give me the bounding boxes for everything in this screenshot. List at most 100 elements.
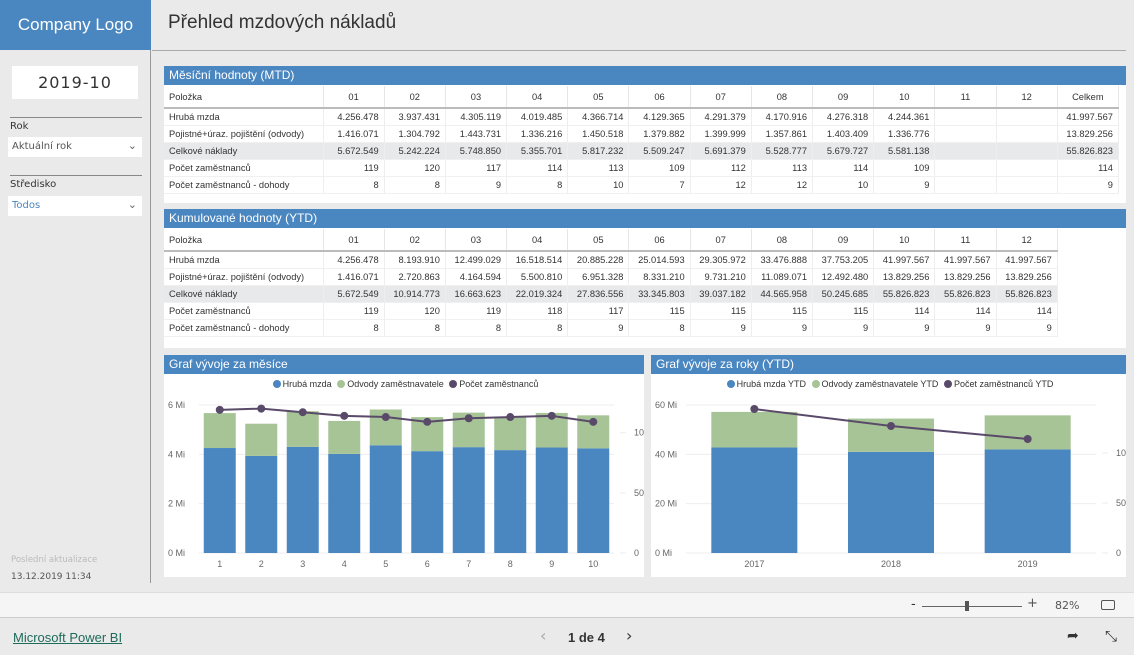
column-header[interactable]: 03 (445, 229, 508, 252)
table-cell (996, 142, 1058, 160)
bar-hrubá-mzda (411, 451, 444, 553)
legend-pocet-ytd: Počet zaměstnanců YTD (953, 379, 1054, 389)
table-cell: 8 (628, 319, 691, 337)
column-header[interactable]: 03 (445, 86, 508, 109)
column-header[interactable]: 04 (506, 86, 569, 109)
table-cell: 5.817.232 (567, 142, 630, 160)
column-header[interactable]: 12 (996, 229, 1058, 252)
column-header[interactable]: 10 (873, 229, 936, 252)
zoom-in-button[interactable]: + (1027, 596, 1038, 611)
table-cell: 8 (323, 176, 385, 194)
table-cell: 1.336.216 (506, 125, 569, 143)
table-cell: 41.997.567 (934, 251, 997, 269)
powerbi-link[interactable]: Microsoft Power BI (13, 630, 122, 645)
column-header[interactable]: 08 (751, 229, 814, 252)
column-header[interactable]: 05 (567, 86, 630, 109)
column-header[interactable]: 10 (873, 86, 936, 109)
table-cell: 55.826.823 (996, 285, 1058, 303)
table-cell: 6.951.328 (567, 268, 630, 286)
table-cell: 55.826.823 (1057, 142, 1119, 160)
column-header[interactable]: 02 (384, 86, 446, 109)
column-header[interactable]: 06 (628, 86, 691, 109)
table-cell: 4.291.379 (690, 108, 752, 126)
column-header[interactable]: 07 (690, 229, 752, 252)
column-header[interactable]: 11 (934, 86, 997, 109)
zoom-slider[interactable] (922, 606, 1022, 607)
line-point (750, 405, 759, 413)
zoom-slider-thumb[interactable] (965, 601, 969, 611)
table-cell: 1.379.882 (628, 125, 691, 143)
bar-hrubá-mzda (328, 453, 361, 553)
zoom-level: 82% (1055, 599, 1080, 612)
column-header[interactable]: 12 (996, 86, 1058, 109)
bar-hrubá-mzda (577, 448, 610, 553)
rok-dropdown[interactable]: Aktuální rok ⌄ (8, 137, 142, 157)
table-cell: 109 (873, 159, 936, 177)
column-header[interactable]: Celkem (1057, 86, 1119, 109)
table-cell: 119 (445, 302, 508, 320)
table-cell: 41.997.567 (873, 251, 936, 269)
column-header[interactable]: 08 (751, 86, 814, 109)
column-header[interactable]: 09 (812, 86, 875, 109)
table-cell: 33.476.888 (751, 251, 814, 269)
line-point (1023, 435, 1032, 443)
x-tick-label: 2017 (744, 559, 764, 569)
stredisko-dropdown[interactable]: Todos ⌄ (8, 196, 142, 216)
table-cell: 9 (934, 319, 997, 337)
table-cell: 2.720.863 (384, 268, 446, 286)
yearly-chart: 0 Mi 20 Mi 40 Mi 60 Mi 0 50 100 2017 2018 2019 (655, 400, 1126, 569)
table-cell: 120 (384, 302, 446, 320)
table-cell: 4.276.318 (812, 108, 875, 126)
line-point (547, 411, 556, 420)
column-header[interactable]: 02 (384, 229, 446, 252)
table-cell: 10 (812, 176, 875, 194)
stredisko-value: Todos (12, 200, 41, 211)
fullscreen-icon[interactable]: ⤡ (1105, 627, 1117, 645)
monthly-chart-panel: Graf vývoje za měsíce Hrubá mzda Odvody … (164, 355, 644, 577)
period-card: 2019-10 (12, 66, 138, 99)
table-row: Hrubá mzda 4.256.478 8.193.910 12.499.029 16… (164, 251, 1058, 269)
table-cell: 9 (1057, 176, 1119, 194)
table-row: Počet zaměstnanců 119 120 117 114 113 109 112 11… (164, 159, 1119, 177)
x-tick-label: 6 (425, 559, 430, 569)
share-icon[interactable]: ➦ (1067, 628, 1079, 644)
column-header[interactable]: 01 (323, 229, 385, 252)
table-cell: 114 (812, 159, 875, 177)
column-header[interactable]: 11 (934, 229, 997, 252)
y2-tick-label: 0 (634, 548, 639, 558)
column-header[interactable]: 07 (690, 86, 752, 109)
table-row: Celkové náklady 5.672.549 5.242.224 5.748.8… (164, 142, 1119, 160)
table-cell: 5.672.549 (323, 142, 385, 160)
table-cell: 12 (751, 176, 814, 194)
y-tick-label: 0 Mi (655, 548, 672, 558)
bar-hrubá-mzda (535, 447, 568, 553)
column-header[interactable]: 05 (567, 229, 630, 252)
table-cell (934, 159, 997, 177)
column-header[interactable]: Položka (164, 86, 324, 109)
line-point (887, 422, 895, 430)
next-page-button[interactable]: › (626, 626, 632, 645)
table-cell: 5.355.701 (506, 142, 569, 160)
table-row: Počet zaměstnanců - dohody 8 8 8 8 9 8 9 9 9 9 9 9 (164, 319, 1058, 337)
column-header[interactable]: Položka (164, 229, 324, 252)
zoom-out-button[interactable]: - (911, 597, 916, 612)
monthly-chart-title: Graf vývoje za měsíce (164, 355, 644, 374)
table-cell: 9 (690, 319, 752, 337)
monthly-chart: 0 Mi 2 Mi 4 Mi 6 Mi 0 50 100 1 2 3 4 5 6 7 8 9 10 (168, 400, 644, 569)
bar-hrubá-mzda (452, 447, 485, 553)
column-header[interactable]: 01 (323, 86, 385, 109)
column-header[interactable]: 09 (812, 229, 875, 252)
update-value: 13.12.2019 11:34 (11, 572, 92, 582)
y-tick-label: 40 Mi (655, 449, 677, 459)
page-indicator: 1 de 4 (568, 630, 605, 645)
table-cell: 12 (690, 176, 752, 194)
prev-page-button[interactable]: ‹ (540, 626, 546, 645)
table-cell: 115 (690, 302, 752, 320)
mtd-table: Položka 01 02 03 04 05 06 07 08 09 10 11 12 Celkem Hru… (164, 86, 1119, 194)
column-header[interactable]: 06 (628, 229, 691, 252)
column-header[interactable]: 04 (506, 229, 569, 252)
table-cell: 4.256.478 (323, 251, 385, 269)
table-cell: 4.164.594 (445, 268, 508, 286)
fit-to-page-icon[interactable] (1101, 600, 1115, 610)
table-cell: 41.997.567 (996, 251, 1058, 269)
